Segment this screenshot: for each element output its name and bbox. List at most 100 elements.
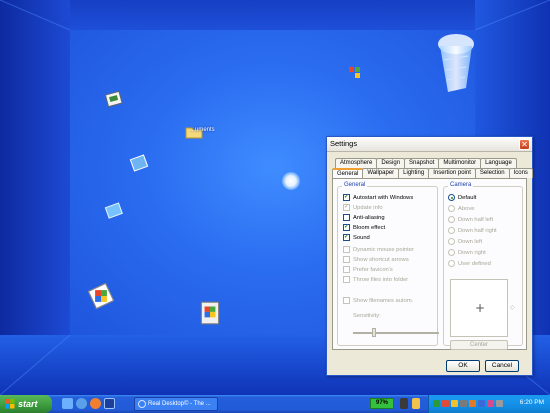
general-option: ✓ Update info bbox=[343, 203, 383, 212]
general-option[interactable]: Anti-aliasing bbox=[343, 213, 385, 222]
general-tab-panel: General ✓ Autostart with Windows ✓ Update i… bbox=[332, 178, 527, 350]
alert-tray-icon[interactable] bbox=[451, 400, 458, 407]
tab-multimonitor[interactable]: Multimonitor bbox=[438, 158, 482, 168]
option-label: Bloom effect bbox=[353, 224, 386, 231]
camera-option: Down half right bbox=[448, 226, 497, 235]
option-label: Down half right bbox=[458, 227, 497, 234]
radio-button bbox=[448, 227, 455, 234]
camera-option: User defined bbox=[448, 259, 491, 268]
real-desktop-icon bbox=[138, 400, 146, 408]
option-label: Above bbox=[458, 205, 475, 212]
folder-tray-icon[interactable] bbox=[412, 398, 420, 409]
tab-snapshot[interactable]: Snapshot bbox=[404, 158, 440, 168]
checkbox bbox=[343, 297, 350, 304]
settings-dialog: Settings ✕ Atmosphere Design Snapshot Mu… bbox=[326, 136, 533, 376]
tab-design[interactable]: Design bbox=[376, 158, 406, 168]
recycle-bin-icon[interactable] bbox=[428, 30, 478, 100]
option-label: Down half left bbox=[458, 216, 494, 223]
security-tray-icon[interactable] bbox=[442, 400, 449, 407]
radio-button bbox=[448, 260, 455, 267]
general-option[interactable]: ✓ Autostart with Windows bbox=[343, 193, 413, 202]
checkbox bbox=[343, 246, 350, 253]
window-switcher-icon[interactable] bbox=[104, 398, 115, 409]
camera-group-title: Camera bbox=[448, 182, 474, 188]
general-option: Prefer favicon's bbox=[343, 265, 393, 274]
option-label: Show filenames autom. bbox=[353, 297, 414, 304]
general-option: Throw files into folder bbox=[343, 275, 408, 284]
tab-wallpaper[interactable]: Wallpaper bbox=[362, 168, 400, 178]
option-label: Anti-aliasing bbox=[353, 214, 385, 221]
checkbox[interactable]: ✓ bbox=[343, 224, 350, 231]
tab-lighting[interactable]: Lighting bbox=[398, 168, 430, 178]
firefox-tray-icon[interactable] bbox=[469, 400, 476, 407]
tab-atmosphere[interactable]: Atmosphere bbox=[335, 158, 378, 168]
clock[interactable]: 6:20 PM bbox=[520, 399, 544, 406]
firefox-icon[interactable] bbox=[90, 398, 101, 409]
battery-indicator[interactable]: 97% bbox=[370, 398, 394, 409]
desktop-3d-room: ...uments Settings ✕ Atmosphere Design S… bbox=[0, 0, 550, 395]
crosshair-icon: + bbox=[475, 301, 486, 315]
checkbox bbox=[343, 266, 350, 273]
power-plug-icon[interactable] bbox=[400, 398, 408, 409]
sensitivity-slider-thumb[interactable] bbox=[372, 328, 376, 337]
option-label: Update info bbox=[353, 204, 383, 211]
control-panel-icon[interactable] bbox=[128, 152, 150, 174]
checkbox bbox=[343, 276, 350, 283]
tab-insertion-point[interactable]: Insertion point bbox=[428, 168, 476, 178]
usb-tray-icon[interactable] bbox=[460, 400, 467, 407]
radio-button bbox=[448, 205, 455, 212]
camera-option: Down left bbox=[448, 237, 482, 246]
media-tray-icon[interactable] bbox=[487, 400, 494, 407]
checkbox: ✓ bbox=[343, 204, 350, 211]
checkbox bbox=[343, 256, 350, 263]
system-tray: 6:20 PM bbox=[428, 395, 550, 413]
show-desktop-icon[interactable] bbox=[62, 398, 73, 409]
windows-logo-icon[interactable] bbox=[344, 62, 366, 84]
windows-catalog-icon[interactable] bbox=[198, 300, 222, 326]
checkbox[interactable]: ✓ bbox=[343, 194, 350, 201]
taskbar-item-label: Real Desktop© - The ... bbox=[148, 401, 211, 407]
camera-preview[interactable]: + bbox=[450, 279, 508, 337]
general-group: General ✓ Autostart with Windows ✓ Update i… bbox=[337, 182, 439, 346]
close-button[interactable]: ✕ bbox=[519, 139, 530, 150]
camera-option: Down right bbox=[448, 248, 486, 257]
my-computer-icon[interactable] bbox=[103, 200, 125, 222]
network-icon[interactable] bbox=[103, 89, 125, 111]
light-orb bbox=[282, 172, 300, 190]
internet-explorer-quicklaunch-icon[interactable] bbox=[76, 398, 87, 409]
camera-option: Above bbox=[448, 204, 474, 213]
volume-tray-icon[interactable] bbox=[496, 400, 503, 407]
sensitivity-slider-track bbox=[353, 332, 439, 334]
option-label: Show shortcut arrows bbox=[353, 256, 409, 263]
option-label: Dynamic mouse pointer bbox=[353, 246, 414, 253]
checkbox[interactable]: ✓ bbox=[343, 234, 350, 241]
general-option[interactable]: ✓ Sound bbox=[343, 233, 370, 242]
option-label: User defined bbox=[458, 260, 491, 267]
start-label: start bbox=[18, 399, 38, 409]
general-option: Show shortcut arrows bbox=[343, 255, 409, 264]
internet-explorer-icon[interactable] bbox=[88, 283, 114, 309]
tab-icons[interactable]: Icons bbox=[508, 168, 533, 178]
tab-general[interactable]: General bbox=[332, 168, 364, 178]
camera-option[interactable]: Default bbox=[448, 193, 476, 202]
radio-button[interactable] bbox=[448, 194, 455, 201]
title-bar[interactable]: Settings ✕ bbox=[327, 137, 532, 152]
option-label: Default bbox=[458, 194, 477, 201]
taskbar-item-real-desktop[interactable]: Real Desktop© - The ... bbox=[134, 397, 218, 411]
network-tray-icon[interactable] bbox=[433, 400, 440, 407]
general-option: Dynamic mouse pointer bbox=[343, 245, 414, 254]
display-tray-icon[interactable] bbox=[478, 400, 485, 407]
cancel-button[interactable]: Cancel bbox=[485, 360, 519, 372]
preview-arrow-icon: ◇ bbox=[510, 304, 515, 311]
desktop-icon-label[interactable]: ...uments bbox=[190, 127, 215, 133]
radio-button bbox=[448, 238, 455, 245]
general-option: Show filenames autom. bbox=[343, 296, 413, 305]
center-button[interactable]: Center bbox=[450, 340, 508, 350]
general-option[interactable]: ✓ Bloom effect bbox=[343, 223, 385, 232]
tab-selection[interactable]: Selection bbox=[474, 168, 510, 178]
checkbox[interactable] bbox=[343, 214, 350, 221]
tab-language[interactable]: Language bbox=[480, 158, 517, 168]
ok-button[interactable]: OK bbox=[446, 360, 480, 372]
start-button[interactable]: start bbox=[0, 395, 52, 413]
tab-row-1: Atmosphere Design Snapshot Multimonitor … bbox=[335, 158, 517, 168]
